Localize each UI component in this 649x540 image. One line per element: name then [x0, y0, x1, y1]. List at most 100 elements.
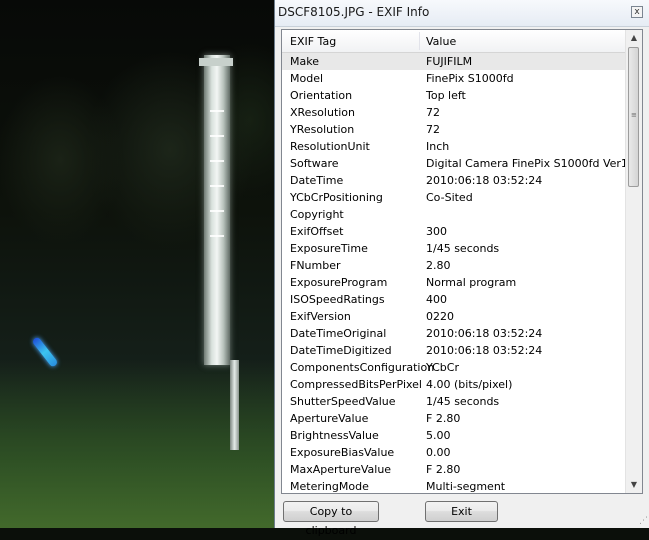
table-row[interactable]: ResolutionUnit Inch: [282, 138, 627, 155]
table-row[interactable]: ExposureBiasValue 0.00: [282, 444, 627, 461]
copy-to-clipboard-button[interactable]: Copy to clipboard: [283, 501, 379, 537]
table-row[interactable]: Model FinePix S1000fd: [282, 70, 627, 87]
table-row[interactable]: ComponentsConfiguration YCbCr: [282, 359, 627, 376]
photo-pole-rung: [210, 210, 224, 212]
exif-value-cell: 1/45 seconds: [426, 395, 500, 408]
chevron-up-icon[interactable]: ▲: [626, 30, 642, 46]
exif-tag-cell: YCbCrPositioning: [290, 191, 383, 204]
table-row[interactable]: ISOSpeedRatings 400: [282, 291, 627, 308]
exif-tag-cell: CompressedBitsPerPixel: [290, 378, 422, 391]
photo-pole-rung: [210, 110, 224, 112]
exif-tag-cell: Copyright: [290, 208, 344, 221]
exif-tag-cell: MeteringMode: [290, 480, 369, 493]
exif-tag-cell: FNumber: [290, 259, 341, 272]
photo-pole-rung: [210, 160, 224, 162]
photo-pole-lower: [230, 360, 239, 450]
title-bar[interactable]: DSCF8105.JPG - EXIF Info x: [275, 0, 649, 27]
grip-icon: ≡: [631, 111, 637, 119]
scrollbar-thumb[interactable]: ≡: [628, 47, 639, 187]
exif-value-cell: 2010:06:18 03:52:24: [426, 174, 543, 187]
table-row[interactable]: ApertureValue F 2.80: [282, 410, 627, 427]
exif-tag-cell: DateTimeOriginal: [290, 327, 387, 340]
exif-tag-cell: YResolution: [290, 123, 355, 136]
table-row[interactable]: MeteringMode Multi-segment: [282, 478, 627, 493]
exif-value-cell: FUJIFILM: [426, 55, 473, 68]
exif-value-cell: Top left: [426, 89, 466, 102]
exif-value-cell: 0220: [426, 310, 454, 323]
exif-tag-cell: MaxApertureValue: [290, 463, 392, 476]
exif-value-cell: 72: [426, 123, 440, 136]
exif-value-cell: 72: [426, 106, 440, 119]
table-row[interactable]: YResolution 72: [282, 121, 627, 138]
exif-value-cell: Inch: [426, 140, 450, 153]
column-header-value[interactable]: Value: [426, 35, 456, 48]
exit-button[interactable]: Exit: [425, 501, 498, 522]
exif-value-cell: 2010:06:18 03:52:24: [426, 327, 543, 340]
exif-tag-cell: ExifOffset: [290, 225, 344, 238]
exif-tag-cell: ShutterSpeedValue: [290, 395, 396, 408]
table-row[interactable]: ShutterSpeedValue 1/45 seconds: [282, 393, 627, 410]
table-row[interactable]: BrightnessValue 5.00: [282, 427, 627, 444]
table-row[interactable]: ExifOffset 300: [282, 223, 627, 240]
exif-value-cell: 2.80: [426, 259, 451, 272]
photo-pole-rung: [210, 185, 224, 187]
exif-tag-cell: ComponentsConfiguration: [290, 361, 435, 374]
table-row[interactable]: YCbCrPositioning Co-Sited: [282, 189, 627, 206]
table-row[interactable]: MaxApertureValue F 2.80: [282, 461, 627, 478]
exif-value-cell: Digital Camera FinePix S1000fd Ver1.02: [426, 157, 643, 170]
table-row[interactable]: ExifVersion 0220: [282, 308, 627, 325]
exif-tag-cell: ExifVersion: [290, 310, 351, 323]
exif-value-cell: FinePix S1000fd: [426, 72, 514, 85]
exif-tag-cell: ExposureProgram: [290, 276, 388, 289]
resize-grip-icon[interactable]: ⋰: [639, 516, 648, 526]
exif-tag-cell: DateTimeDigitized: [290, 344, 392, 357]
table-row[interactable]: Copyright: [282, 206, 627, 223]
exif-value-cell: 2010:06:18 03:52:24: [426, 344, 543, 357]
exif-tag-cell: Model: [290, 72, 324, 85]
exif-value-cell: YCbCr: [426, 361, 459, 374]
exif-value-cell: 300: [426, 225, 447, 238]
table-row[interactable]: XResolution 72: [282, 104, 627, 121]
table-row[interactable]: Make FUJIFILM: [282, 53, 627, 70]
table-row[interactable]: ExposureTime 1/45 seconds: [282, 240, 627, 257]
exif-list[interactable]: EXIF Tag Value Make FUJIFILM Model FinePix …: [281, 29, 643, 494]
vertical-scrollbar[interactable]: ▲ ≡ ▼: [625, 30, 642, 493]
exif-value-cell: Multi-segment: [426, 480, 506, 493]
exif-tag-cell: BrightnessValue: [290, 429, 379, 442]
column-divider[interactable]: [419, 32, 420, 50]
table-row[interactable]: CompressedBitsPerPixel 4.00 (bits/pixel): [282, 376, 627, 393]
exif-tag-cell: DateTime: [290, 174, 344, 187]
table-row[interactable]: DateTimeDigitized 2010:06:18 03:52:24: [282, 342, 627, 359]
exif-tag-cell: ApertureValue: [290, 412, 369, 425]
exif-info-dialog: DSCF8105.JPG - EXIF Info x EXIF Tag Valu…: [274, 0, 649, 537]
column-header-exif-tag[interactable]: EXIF Tag: [290, 35, 336, 48]
table-row[interactable]: DateTime 2010:06:18 03:52:24: [282, 172, 627, 189]
window-title: DSCF8105.JPG - EXIF Info: [278, 5, 430, 19]
chevron-down-icon[interactable]: ▼: [626, 477, 642, 493]
exif-value-cell: 4.00 (bits/pixel): [426, 378, 513, 391]
exif-tag-cell: ExposureBiasValue: [290, 446, 395, 459]
exif-value-cell: F 2.80: [426, 463, 461, 476]
exif-value-cell: 400: [426, 293, 447, 306]
photo-pole-rung: [210, 135, 224, 137]
exif-tag-cell: ExposureTime: [290, 242, 368, 255]
exif-tag-cell: Make: [290, 55, 319, 68]
table-row[interactable]: FNumber 2.80: [282, 257, 627, 274]
photo-pole-top: [199, 58, 233, 66]
table-row[interactable]: DateTimeOriginal 2010:06:18 03:52:24: [282, 325, 627, 342]
list-header: EXIF Tag Value: [282, 30, 627, 53]
exif-value-cell: 5.00: [426, 429, 451, 442]
exif-value-cell: Co-Sited: [426, 191, 473, 204]
exif-rows: Make FUJIFILM Model FinePix S1000fd Orientat…: [282, 53, 642, 493]
exif-tag-cell: XResolution: [290, 106, 356, 119]
table-row[interactable]: ExposureProgram Normal program: [282, 274, 627, 291]
table-row[interactable]: Orientation Top left: [282, 87, 627, 104]
exif-tag-cell: Software: [290, 157, 339, 170]
table-row[interactable]: Software Digital Camera FinePix S1000fd V…: [282, 155, 642, 172]
photo-pole-rung: [210, 235, 224, 237]
close-button[interactable]: x: [631, 6, 643, 18]
exif-value-cell: 1/45 seconds: [426, 242, 500, 255]
exif-value-cell: F 2.80: [426, 412, 461, 425]
exif-tag-cell: Orientation: [290, 89, 353, 102]
exif-tag-cell: ResolutionUnit: [290, 140, 370, 153]
